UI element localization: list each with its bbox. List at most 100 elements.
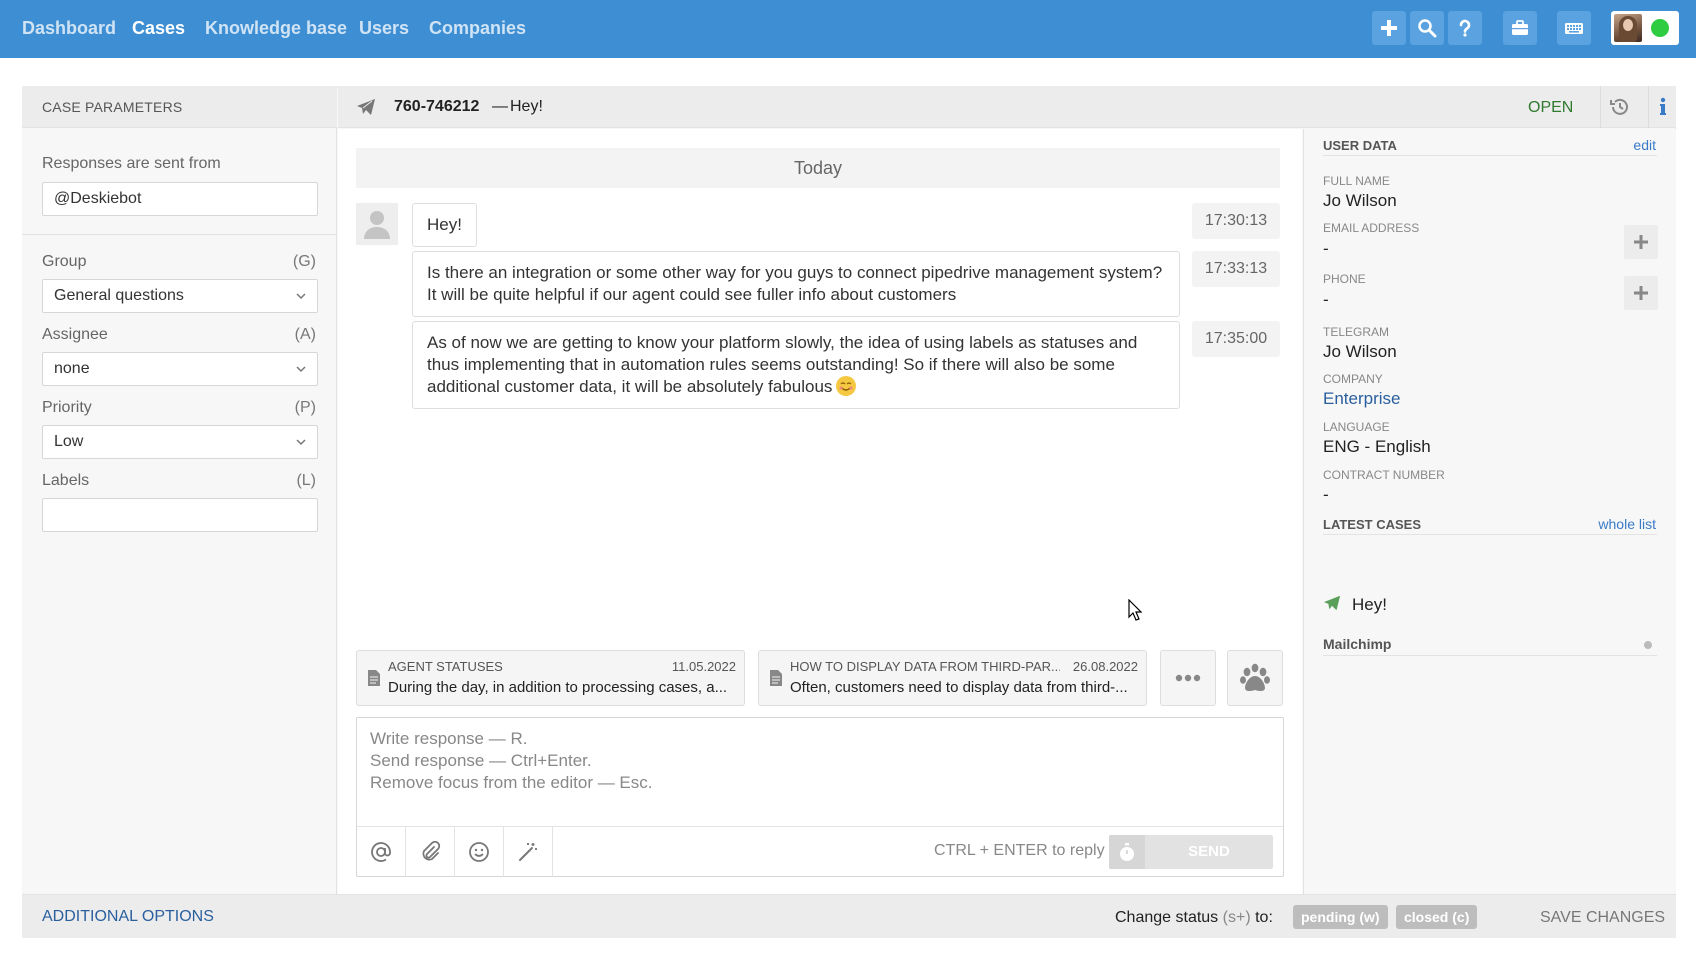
mouse-cursor-icon: [1128, 599, 1142, 621]
plus-icon: [1634, 286, 1648, 300]
priority-select[interactable]: Low: [42, 425, 318, 459]
magic-wand-icon: [519, 843, 537, 861]
document-icon: [770, 670, 782, 686]
change-status-label: Change status (s+) to:: [1115, 909, 1273, 927]
change-status-shortcut: (s+): [1222, 909, 1251, 926]
sent-from-label: Responses are sent from: [42, 155, 221, 172]
keyboard-icon: [1565, 23, 1583, 34]
message-bubble: Hey!: [412, 203, 477, 247]
help-icon: [1459, 19, 1471, 37]
latest-case-group: Mailchimp: [1323, 636, 1392, 652]
more-dots-icon: [1175, 674, 1201, 682]
user-icon: [364, 211, 390, 239]
nav-cases[interactable]: Cases: [132, 18, 185, 39]
group-select[interactable]: General questions: [42, 279, 318, 313]
assignee-select[interactable]: none: [42, 352, 318, 386]
priority-label: Priority: [42, 399, 92, 416]
editor-toolbar: CTRL + ENTER to reply SEND: [357, 826, 1283, 877]
help-button[interactable]: [1448, 11, 1482, 45]
send-button[interactable]: SEND: [1145, 835, 1273, 869]
edit-user-link[interactable]: edit: [1633, 137, 1656, 153]
case-parameters-panel: CASE PARAMETERS Responses are sent from …: [22, 86, 337, 894]
paw-button[interactable]: [1227, 650, 1283, 706]
assignee-shortcut: (A): [294, 326, 316, 343]
chevron-down-icon: [296, 366, 306, 373]
avatar: [1614, 14, 1642, 42]
nav-knowledge-base[interactable]: Knowledge base: [205, 18, 347, 39]
labels-input[interactable]: [42, 498, 318, 532]
stopwatch-icon: [1120, 843, 1134, 861]
latest-case-link[interactable]: Hey!: [1352, 595, 1387, 615]
group-label: Group: [42, 253, 87, 270]
case-header: 760-746212 — Hey! OPEN: [338, 86, 1676, 128]
contract-label: CONTRACT NUMBER: [1323, 468, 1445, 482]
user-data-panel: USER DATA edit FULL NAME Jo Wilson EMAIL…: [1303, 129, 1676, 894]
kb-suggestion-card[interactable]: HOW TO DISPLAY DATA FROM THIRD-PAR... 26…: [758, 650, 1147, 706]
message-bubble: As of now we are getting to know your pl…: [412, 321, 1180, 409]
nav-companies[interactable]: Companies: [429, 18, 526, 39]
kb-card-excerpt: During the day, in addition to processin…: [388, 679, 728, 696]
response-editor[interactable]: Write response — R. Send response — Ctrl…: [356, 717, 1284, 877]
message-time: 17:30:13: [1192, 203, 1280, 239]
attach-button[interactable]: [406, 827, 455, 877]
emoji-button[interactable]: [455, 827, 504, 877]
magic-wand-button[interactable]: [504, 827, 553, 877]
phone-value: -: [1323, 290, 1329, 309]
mention-button[interactable]: [357, 827, 406, 877]
labels-shortcut: (L): [296, 472, 316, 489]
kb-suggestion-card[interactable]: AGENT STATUSES 11.05.2022 During the day…: [356, 650, 745, 706]
case-parameters-header: CASE PARAMETERS: [22, 86, 337, 128]
search-button[interactable]: [1410, 11, 1444, 45]
sent-from-field[interactable]: @Deskiebot: [42, 182, 318, 216]
additional-options-link[interactable]: ADDITIONAL OPTIONS: [42, 908, 214, 926]
plus-icon: [1634, 235, 1648, 249]
briefcase-icon: [1512, 20, 1528, 35]
nav-dashboard[interactable]: Dashboard: [22, 18, 116, 39]
add-phone-button[interactable]: [1624, 276, 1658, 310]
divider: [1648, 86, 1649, 128]
user-menu[interactable]: [1611, 11, 1679, 45]
priority-value: Low: [54, 433, 84, 450]
divider: [1323, 655, 1657, 656]
chevron-down-icon: [296, 293, 306, 300]
whole-list-link[interactable]: whole list: [1598, 516, 1656, 532]
message-text: Is there an integration or some other wa…: [427, 263, 1163, 304]
placeholder-line: Write response — R.: [370, 729, 528, 748]
assignee-label: Assignee: [42, 326, 108, 343]
keyboard-button[interactable]: [1557, 11, 1591, 45]
customer-avatar: [356, 203, 398, 245]
plus-icon: [1381, 20, 1397, 36]
email-label: EMAIL ADDRESS: [1323, 221, 1420, 235]
message-text: Hey!: [427, 215, 462, 234]
language-value: ENG - English: [1323, 437, 1431, 456]
more-suggestions-button[interactable]: [1160, 650, 1216, 706]
nav-users[interactable]: Users: [359, 18, 409, 39]
case-id: 760-746212: [394, 98, 480, 115]
delayed-send-button[interactable]: [1109, 835, 1145, 869]
search-icon: [1418, 19, 1437, 38]
company-link[interactable]: Enterprise: [1323, 389, 1400, 409]
case-status-open[interactable]: OPEN: [1528, 99, 1573, 117]
history-icon[interactable]: [1609, 96, 1631, 118]
full-name-value: Jo Wilson: [1323, 191, 1397, 210]
priority-shortcut: (P): [294, 399, 316, 416]
save-changes-button[interactable]: SAVE CHANGES: [1540, 909, 1665, 927]
status-closed-button[interactable]: closed (c): [1396, 905, 1478, 929]
divider: [1600, 86, 1601, 128]
status-pending-button[interactable]: pending (w): [1293, 905, 1388, 929]
assignee-value: none: [54, 360, 90, 377]
message-time: 17:33:13: [1192, 251, 1280, 287]
info-icon[interactable]: [1652, 96, 1674, 118]
smiley-icon: [469, 842, 489, 862]
placeholder-line: Send response — Ctrl+Enter.: [370, 751, 592, 770]
editor-placeholder: Write response — R. Send response — Ctrl…: [370, 728, 653, 794]
telegram-value: Jo Wilson: [1323, 342, 1397, 361]
kb-card-date: 26.08.2022: [1072, 659, 1138, 674]
add-email-button[interactable]: [1624, 225, 1658, 259]
chevron-down-icon: [296, 439, 306, 446]
briefcase-button[interactable]: [1503, 11, 1537, 45]
user-data-title: USER DATA: [1323, 138, 1397, 153]
case-parameters-title: CASE PARAMETERS: [42, 99, 183, 115]
add-button[interactable]: [1372, 11, 1406, 45]
change-status-text: Change status: [1115, 909, 1219, 926]
